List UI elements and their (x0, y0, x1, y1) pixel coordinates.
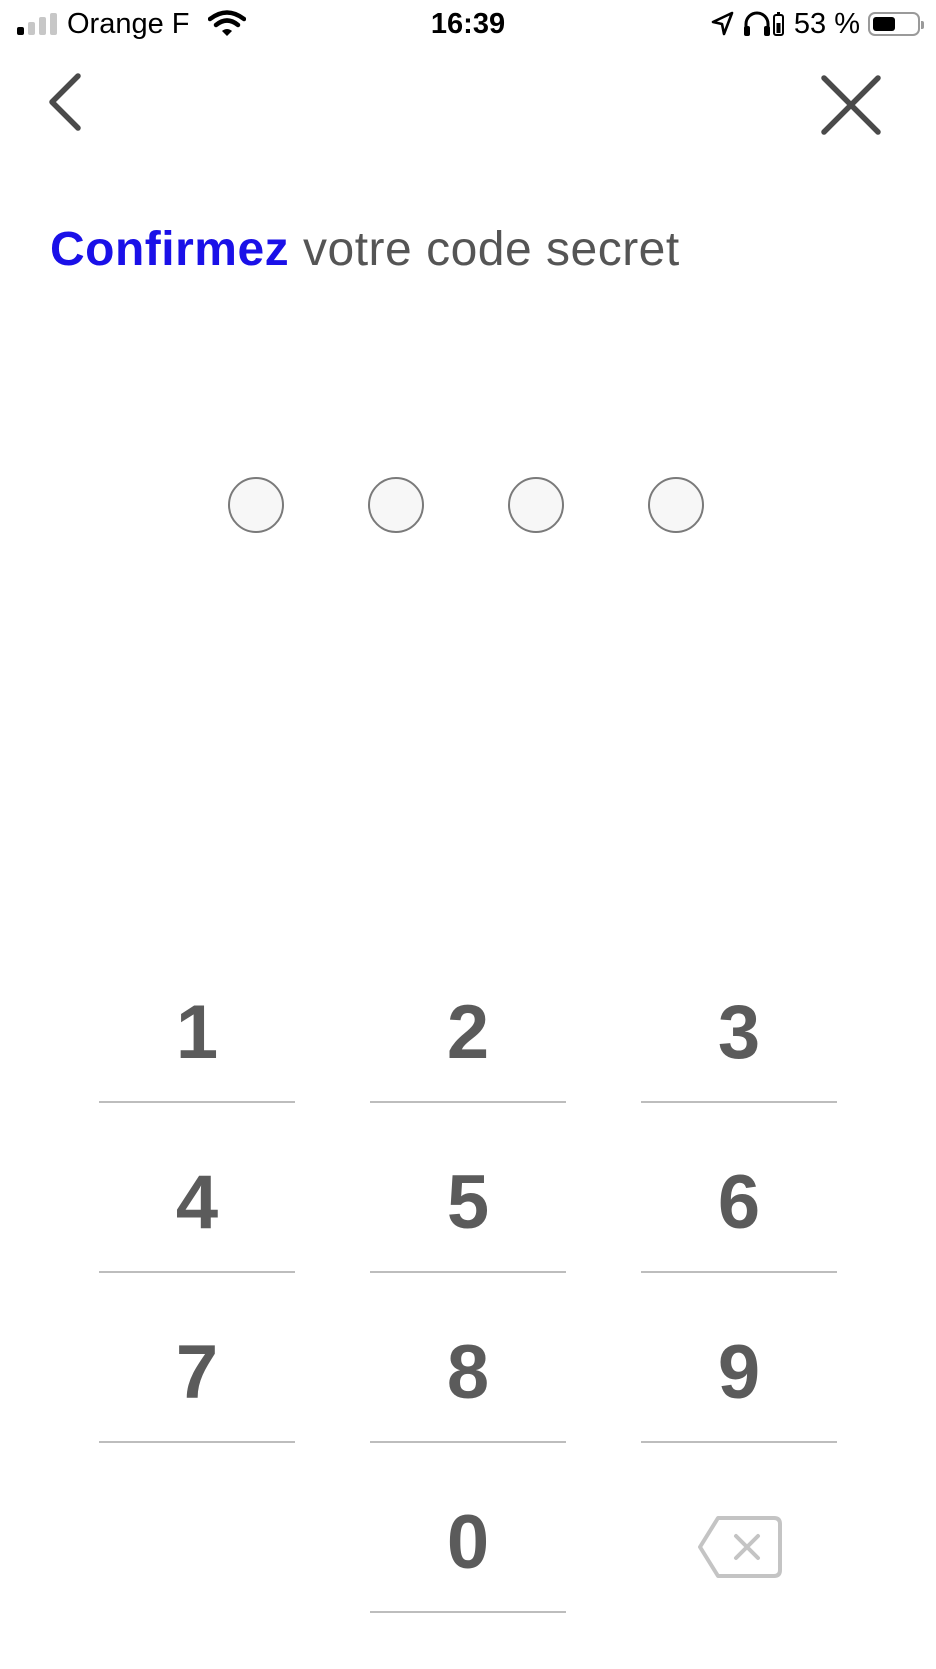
key-label: 3 (717, 990, 761, 1075)
key-5[interactable]: 5 (370, 1123, 566, 1273)
pin-dot (508, 477, 564, 533)
key-label: 0 (446, 1500, 490, 1585)
headphones-icon (743, 11, 784, 36)
backspace-icon[interactable] (696, 1514, 784, 1580)
key-divider (370, 1271, 566, 1273)
key-divider (641, 1101, 837, 1103)
key-divider (99, 1441, 295, 1443)
key-label: 2 (446, 990, 490, 1075)
key-2[interactable]: 2 (370, 953, 566, 1103)
battery-fill (873, 17, 895, 31)
key-1[interactable]: 1 (99, 953, 295, 1103)
key-0[interactable]: 0 (370, 1463, 566, 1613)
key-divider (641, 1271, 837, 1273)
location-arrow-icon (711, 11, 734, 36)
key-4[interactable]: 4 (99, 1123, 295, 1273)
key-label: 4 (175, 1160, 219, 1245)
pin-dot (648, 477, 704, 533)
key-label: 5 (446, 1160, 490, 1245)
key-label: 9 (717, 1330, 761, 1415)
key-divider (370, 1441, 566, 1443)
close-icon[interactable] (818, 72, 884, 138)
chevron-left-icon[interactable] (42, 70, 90, 134)
key-7[interactable]: 7 (99, 1293, 295, 1443)
key-label: 6 (717, 1160, 761, 1245)
key-9[interactable]: 9 (641, 1293, 837, 1443)
pin-dot (368, 477, 424, 533)
key-6[interactable]: 6 (641, 1123, 837, 1273)
status-right: 53 % (710, 6, 924, 42)
battery-icon (868, 12, 924, 36)
key-divider (99, 1271, 295, 1273)
pin-indicator (228, 477, 708, 537)
title-rest: votre code secret (289, 223, 680, 276)
key-divider (99, 1101, 295, 1103)
key-label: 1 (175, 990, 219, 1075)
battery-percent: 53 % (793, 8, 860, 40)
status-bar: Orange F 16:39 53 % (0, 0, 936, 50)
page-title: Confirmez votre code secret (50, 220, 680, 280)
key-divider (370, 1101, 566, 1103)
key-divider (641, 1441, 837, 1443)
pin-dot (228, 477, 284, 533)
key-divider (370, 1611, 566, 1613)
key-3[interactable]: 3 (641, 953, 837, 1103)
key-label: 8 (446, 1330, 490, 1415)
key-8[interactable]: 8 (370, 1293, 566, 1443)
title-accent: Confirmez (50, 223, 290, 276)
key-label: 7 (175, 1330, 219, 1415)
